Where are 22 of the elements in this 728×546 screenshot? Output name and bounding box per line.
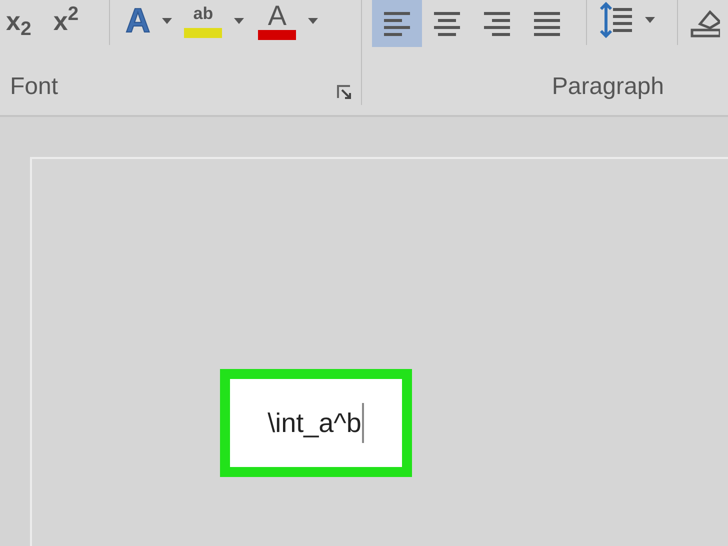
group-label: Paragraph — [552, 75, 664, 99]
dropdown-caret-icon[interactable] — [645, 17, 655, 23]
align-icon — [534, 12, 560, 36]
script-button[interactable]: x$^{2}$ — [53, 8, 79, 34]
highlight-label: ab — [193, 4, 214, 22]
highlight-button[interactable]: ab — [184, 4, 222, 38]
line-spacing-icon[interactable] — [599, 2, 633, 38]
equation-text: \int_a^b — [268, 402, 364, 444]
script-button[interactable]: x$_{2}$ — [6, 8, 32, 34]
dropdown-caret-icon[interactable] — [234, 18, 244, 24]
group-label: Font — [10, 75, 58, 99]
font-color-letter: A — [268, 2, 287, 30]
equation-field[interactable]: \int_a^b — [220, 369, 412, 477]
align-icon — [434, 12, 460, 36]
align-button[interactable] — [372, 0, 422, 47]
align-icon — [384, 12, 410, 36]
dropdown-caret-icon[interactable] — [308, 18, 318, 24]
align-icon — [484, 12, 510, 36]
text-effects-button[interactable]: A — [126, 4, 150, 38]
dialog-launcher-icon[interactable] — [337, 85, 351, 99]
font-color-button[interactable]: A — [258, 2, 296, 40]
dropdown-caret-icon[interactable] — [162, 18, 172, 24]
